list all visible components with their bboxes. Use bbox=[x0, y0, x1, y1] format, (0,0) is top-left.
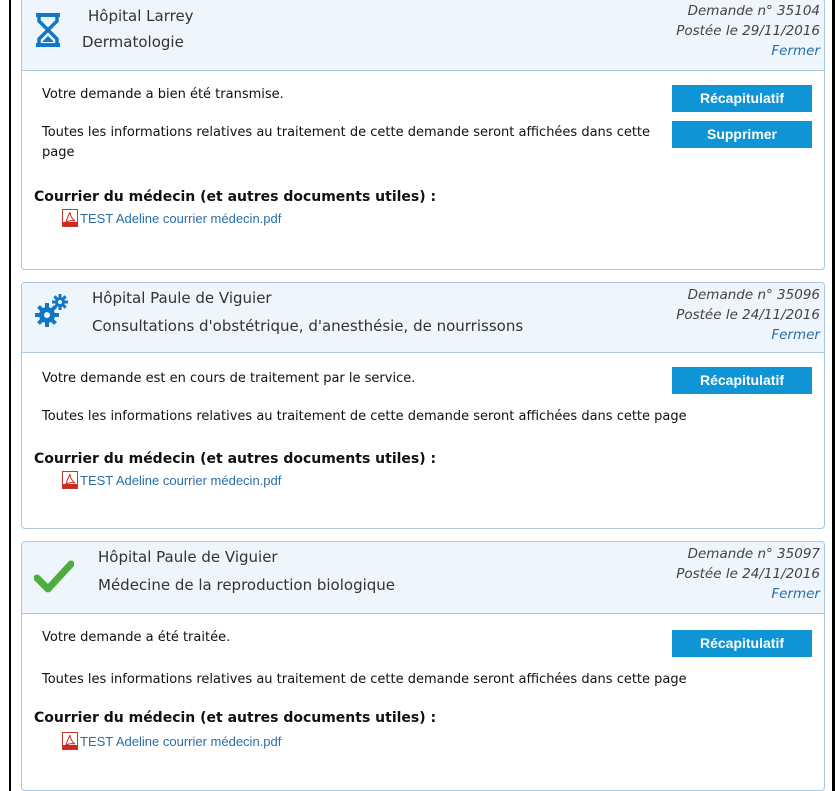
request-meta: Demande n° 35097 Postée le 24/11/2016 Fe… bbox=[676, 544, 820, 604]
documents-title: Courrier du médecin (et autres documents… bbox=[34, 710, 437, 726]
document-link[interactable]: TEST Adeline courrier médecin.pdf bbox=[62, 732, 281, 750]
summary-button[interactable]: Récapitulatif bbox=[672, 85, 812, 112]
request-number: Demande n° 35096 bbox=[687, 287, 820, 303]
posted-date: Postée le 29/11/2016 bbox=[676, 23, 820, 39]
document-link[interactable]: TEST Adeline courrier médecin.pdf bbox=[62, 209, 281, 227]
request-header: Hôpital Larrey Dermatologie Demande n° 3… bbox=[22, 0, 824, 71]
info-text: Toutes les informations relatives au tra… bbox=[42, 125, 651, 160]
summary-button[interactable]: Récapitulatif bbox=[672, 630, 812, 657]
request-header: Hôpital Paule de Viguier Médecine de la … bbox=[22, 542, 824, 614]
info-text: Toutes les informations relatives au tra… bbox=[42, 409, 687, 424]
service-name: Dermatologie bbox=[82, 33, 184, 51]
request-number: Demande n° 35097 bbox=[687, 546, 820, 562]
hospital-name: Hôpital Paule de Viguier bbox=[98, 548, 278, 566]
request-card-35097: Hôpital Paule de Viguier Médecine de la … bbox=[21, 541, 825, 791]
summary-button[interactable]: Récapitulatif bbox=[672, 367, 812, 394]
documents-title: Courrier du médecin (et autres documents… bbox=[34, 189, 437, 205]
request-card-35096: Hôpital Paule de Viguier Consultations d… bbox=[21, 282, 825, 529]
request-number: Demande n° 35104 bbox=[687, 3, 820, 19]
request-card-35104: Hôpital Larrey Dermatologie Demande n° 3… bbox=[21, 0, 825, 270]
gears-icon bbox=[35, 294, 68, 327]
status-message: Votre demande a été traitée. bbox=[42, 630, 231, 645]
request-header: Hôpital Paule de Viguier Consultations d… bbox=[22, 283, 824, 353]
service-name: Consultations d'obstétrique, d'anesthési… bbox=[92, 317, 524, 335]
pdf-icon bbox=[62, 471, 78, 489]
posted-date: Postée le 24/11/2016 bbox=[676, 307, 820, 323]
document-name: TEST Adeline courrier médecin.pdf bbox=[80, 472, 282, 488]
close-link[interactable]: Fermer bbox=[676, 41, 820, 61]
status-message: Votre demande est en cours de traitement… bbox=[42, 371, 416, 386]
hospital-name: Hôpital Paule de Viguier bbox=[92, 289, 272, 307]
posted-date: Postée le 24/11/2016 bbox=[676, 566, 820, 582]
document-name: TEST Adeline courrier médecin.pdf bbox=[80, 210, 282, 226]
hospital-name: Hôpital Larrey bbox=[88, 7, 194, 25]
service-name: Médecine de la reproduction biologique bbox=[98, 576, 396, 594]
close-link[interactable]: Fermer bbox=[676, 584, 820, 604]
checkmark-icon bbox=[34, 560, 74, 593]
request-meta: Demande n° 35096 Postée le 24/11/2016 Fe… bbox=[676, 285, 820, 345]
document-name: TEST Adeline courrier médecin.pdf bbox=[80, 733, 282, 749]
delete-button[interactable]: Supprimer bbox=[672, 121, 812, 148]
window-border-left bbox=[9, 0, 11, 791]
pdf-icon bbox=[62, 732, 78, 750]
documents-title: Courrier du médecin (et autres documents… bbox=[34, 451, 437, 467]
info-text: Toutes les informations relatives au tra… bbox=[42, 672, 687, 687]
document-link[interactable]: TEST Adeline courrier médecin.pdf bbox=[62, 471, 281, 489]
request-meta: Demande n° 35104 Postée le 29/11/2016 Fe… bbox=[676, 1, 820, 61]
pdf-icon bbox=[62, 209, 78, 227]
status-message: Votre demande a bien été transmise. bbox=[42, 87, 284, 102]
hourglass-icon bbox=[36, 13, 60, 47]
close-link[interactable]: Fermer bbox=[676, 325, 820, 345]
